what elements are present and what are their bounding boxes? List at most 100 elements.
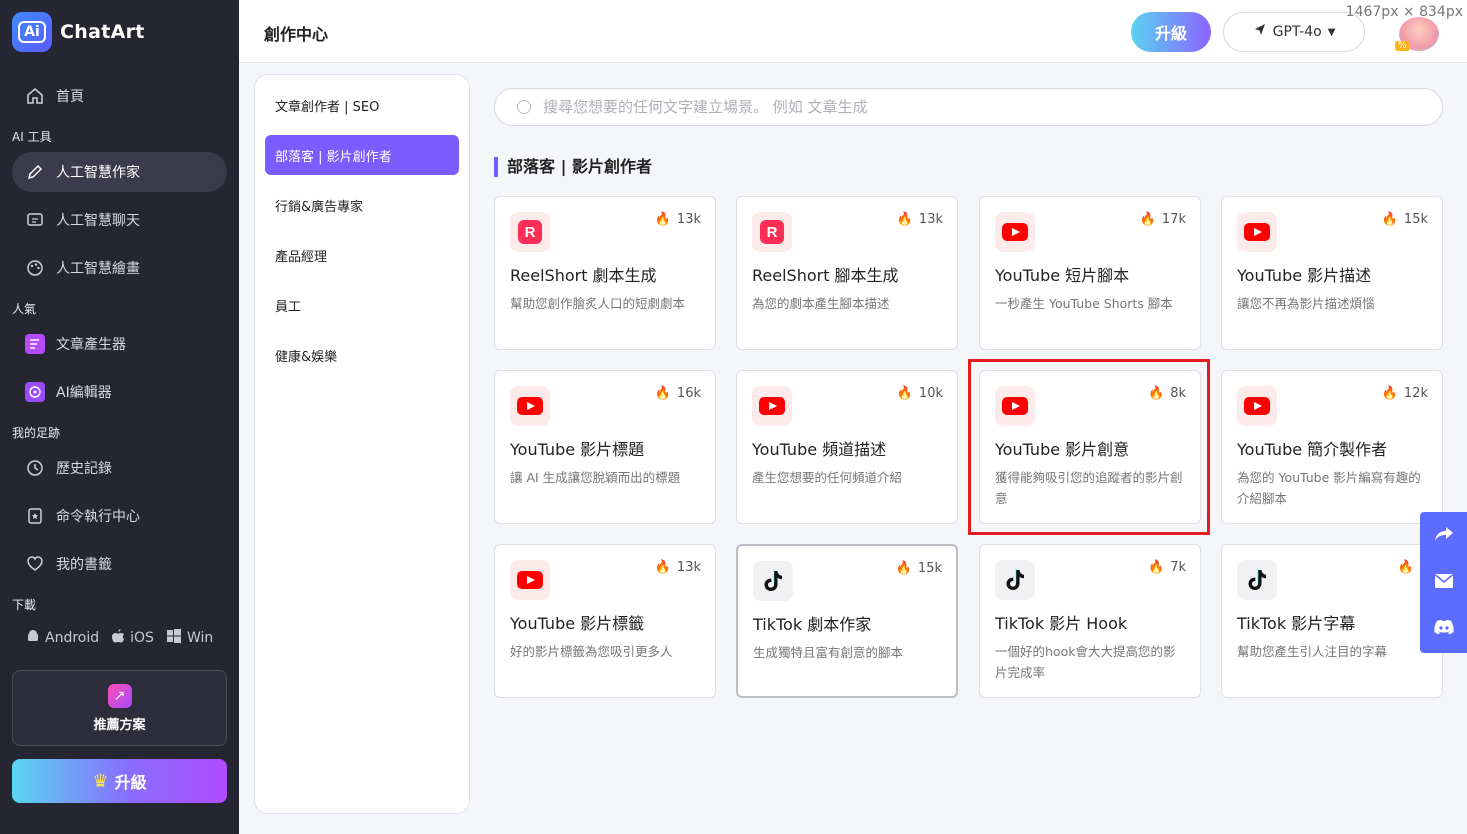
usage-count: 13k xyxy=(918,212,943,227)
apple-icon xyxy=(111,628,125,648)
fire-icon: 🔥 xyxy=(654,560,671,575)
fire-icon: 🔥 xyxy=(654,386,671,401)
avatar-badge: % xyxy=(1395,41,1410,51)
nav-article-generator-label: 文章產生器 xyxy=(56,337,126,353)
usage-count: 10k xyxy=(918,386,943,401)
tool-card[interactable]: R 🔥 13k ReelShort 劇本生成幫助您創作膾炙人口的短劇劇本 xyxy=(494,196,716,350)
usage-count: 16k xyxy=(676,386,701,401)
tool-card[interactable]: 🔥 15k TikTok 劇本作家 生成獨特且富有創意的腳本 xyxy=(736,544,958,698)
fire-icon: 🔥 xyxy=(896,212,913,227)
usage-stat: 🔥 17k xyxy=(1140,212,1186,227)
card-description: 幫助您產生引人注目的字幕 xyxy=(1237,644,1388,659)
card-title: YouTube 簡介製作者 xyxy=(1237,440,1388,459)
card-title: YouTube 短片腳本 xyxy=(995,266,1130,285)
search-input[interactable] xyxy=(543,98,1343,116)
chevron-down-icon: ▼ xyxy=(1327,26,1336,38)
tool-card[interactable]: 🔥 10k YouTube 頻道描述 產生您想要的任何頻道介紹 xyxy=(736,370,958,524)
model-label: GPT-4o xyxy=(1272,24,1322,40)
tool-card[interactable]: 🔥 7k TikTok 影片 Hook 一個好的hook會大大提高您的影片完成率 xyxy=(979,544,1201,698)
fire-icon: 🔥 xyxy=(1148,560,1165,575)
svg-text:R: R xyxy=(525,224,536,241)
usage-stat: 🔥 12k xyxy=(1382,386,1428,401)
usage-count: 13k xyxy=(676,212,701,227)
category-marketing[interactable]: 行銷&廣告專家 xyxy=(265,185,459,225)
download-android-label: Android xyxy=(45,630,100,646)
category-employee[interactable]: 員工 xyxy=(265,285,459,325)
recommended-plan-card[interactable]: ↗ 推薦方案 xyxy=(12,670,227,746)
card-description: 讓您不再為影片描述煩惱 xyxy=(1237,296,1375,311)
pen-icon xyxy=(24,161,46,183)
model-arrow-icon xyxy=(1253,23,1267,41)
recommended-plan-label: 推薦方案 xyxy=(93,717,146,733)
youtube-icon xyxy=(752,386,792,426)
usage-count: 7k xyxy=(1170,560,1186,575)
discord-icon[interactable] xyxy=(1433,619,1455,640)
tool-card[interactable]: 🔥 13k YouTube 影片標籤好的影片標籤為您吸引更多人 xyxy=(494,544,716,698)
logo[interactable]: Ai ChatArt xyxy=(12,12,145,52)
section-popular: 人氣 xyxy=(12,302,37,316)
download-links: Android iOS Win xyxy=(26,628,217,648)
header-upgrade-button[interactable]: 升級 xyxy=(1131,12,1211,52)
nav-ai-chat[interactable]: 人工智慧聊天 xyxy=(12,200,227,240)
download-android[interactable]: Android xyxy=(26,629,99,647)
card-title: YouTube 影片標題 xyxy=(510,440,645,459)
user-avatar[interactable]: % xyxy=(1395,17,1439,51)
card-title: TikTok 影片 Hook xyxy=(995,614,1128,633)
download-ios[interactable]: iOS xyxy=(111,628,154,648)
nav-history-label: 歷史記錄 xyxy=(56,461,112,477)
home-icon xyxy=(24,85,46,107)
tool-card[interactable]: 🔥 12k YouTube 簡介製作者為您的 YouTube 影片編寫有趣的介紹腳本 xyxy=(1221,370,1443,524)
reelshort-icon: R xyxy=(752,212,792,252)
tool-card[interactable]: 🔥 16k YouTube 影片標題讓 AI 生成讓您脫穎而出的標題 xyxy=(494,370,716,524)
nav-command-center[interactable]: 命令執行中心 xyxy=(12,496,227,536)
card-description: 產生您想要的任何頻道介紹 xyxy=(752,470,903,485)
nav-ai-paint-label: 人工智慧繪畫 xyxy=(56,261,140,277)
tool-card[interactable]: 🔥 17k YouTube 短片腳本 一秒產生 YouTube Shorts 腳本 xyxy=(979,196,1201,350)
download-windows[interactable]: Win xyxy=(166,628,213,648)
nav-home[interactable]: 首頁 xyxy=(12,76,227,116)
nav-article-generator[interactable]: 文章產生器 xyxy=(12,324,227,364)
nav-history[interactable]: 歷史記錄 xyxy=(12,448,227,488)
clock-icon xyxy=(24,457,46,479)
tiktok-icon xyxy=(753,561,793,601)
card-title: YouTube 影片標籤 xyxy=(510,614,645,633)
category-blogger-video[interactable]: 部落客 | 影片創作者 xyxy=(265,135,459,175)
card-description: 幫助您創作膾炙人口的短劇劇本 xyxy=(510,296,686,311)
category-product-manager[interactable]: 產品經理 xyxy=(265,235,459,275)
share-icon[interactable] xyxy=(1434,525,1454,548)
usage-stat: 🔥 13k xyxy=(655,560,701,575)
logo-icon: Ai xyxy=(12,12,52,52)
tool-card[interactable]: 🔥5TikTok 影片字幕幫助您產生引人注目的字幕 xyxy=(1221,544,1443,698)
youtube-icon xyxy=(510,386,550,426)
card-description: 好的影片標籤為您吸引更多人 xyxy=(510,644,673,659)
category-seo[interactable]: 文章創作者 | SEO xyxy=(265,85,459,125)
mail-icon[interactable] xyxy=(1434,573,1454,594)
category-health-entertainment[interactable]: 健康&娛樂 xyxy=(265,335,459,375)
tiktok-icon xyxy=(1237,560,1277,600)
fire-icon: 🔥 xyxy=(654,212,671,227)
usage-stat: 🔥 10k xyxy=(897,386,943,401)
card-description: 生成獨特且富有創意的腳本 xyxy=(753,645,904,660)
share-bar xyxy=(1420,512,1467,653)
nav-ai-paint[interactable]: 人工智慧繪畫 xyxy=(12,248,227,288)
tiktok-icon xyxy=(995,560,1035,600)
crown-icon: ♛ xyxy=(92,770,109,792)
fire-icon: 🔥 xyxy=(895,561,912,576)
card-title: ReelShort 劇本生成 xyxy=(510,266,657,285)
nav-ai-editor[interactable]: AI編輯器 xyxy=(12,372,227,412)
fire-icon: 🔥 xyxy=(1139,212,1156,227)
nav-command-center-label: 命令執行中心 xyxy=(56,509,140,525)
sidebar-upgrade-button[interactable]: ♛ 升級 xyxy=(12,759,227,803)
model-selector[interactable]: GPT-4o ▼ xyxy=(1223,12,1365,52)
card-description: 為您的 YouTube 影片編寫有趣的介紹腳本 xyxy=(1237,470,1421,506)
highlight-box xyxy=(968,359,1210,535)
fire-icon: 🔥 xyxy=(1397,560,1414,575)
usage-stat: 🔥 7k xyxy=(1148,560,1186,575)
usage-count: 13k xyxy=(676,560,701,575)
nav-ai-writer[interactable]: 人工智慧作家 xyxy=(12,152,227,192)
nav-bookmarks[interactable]: 我的書籤 xyxy=(12,544,227,584)
tool-card[interactable]: R 🔥 13k ReelShort 腳本生成 為您的劇本產生腳本描述 xyxy=(736,196,958,350)
usage-stat: 🔥 13k xyxy=(655,212,701,227)
card-title: ReelShort 腳本生成 xyxy=(752,266,899,285)
tool-card[interactable]: 🔥 15k YouTube 影片描述 讓您不再為影片描述煩惱 xyxy=(1221,196,1443,350)
